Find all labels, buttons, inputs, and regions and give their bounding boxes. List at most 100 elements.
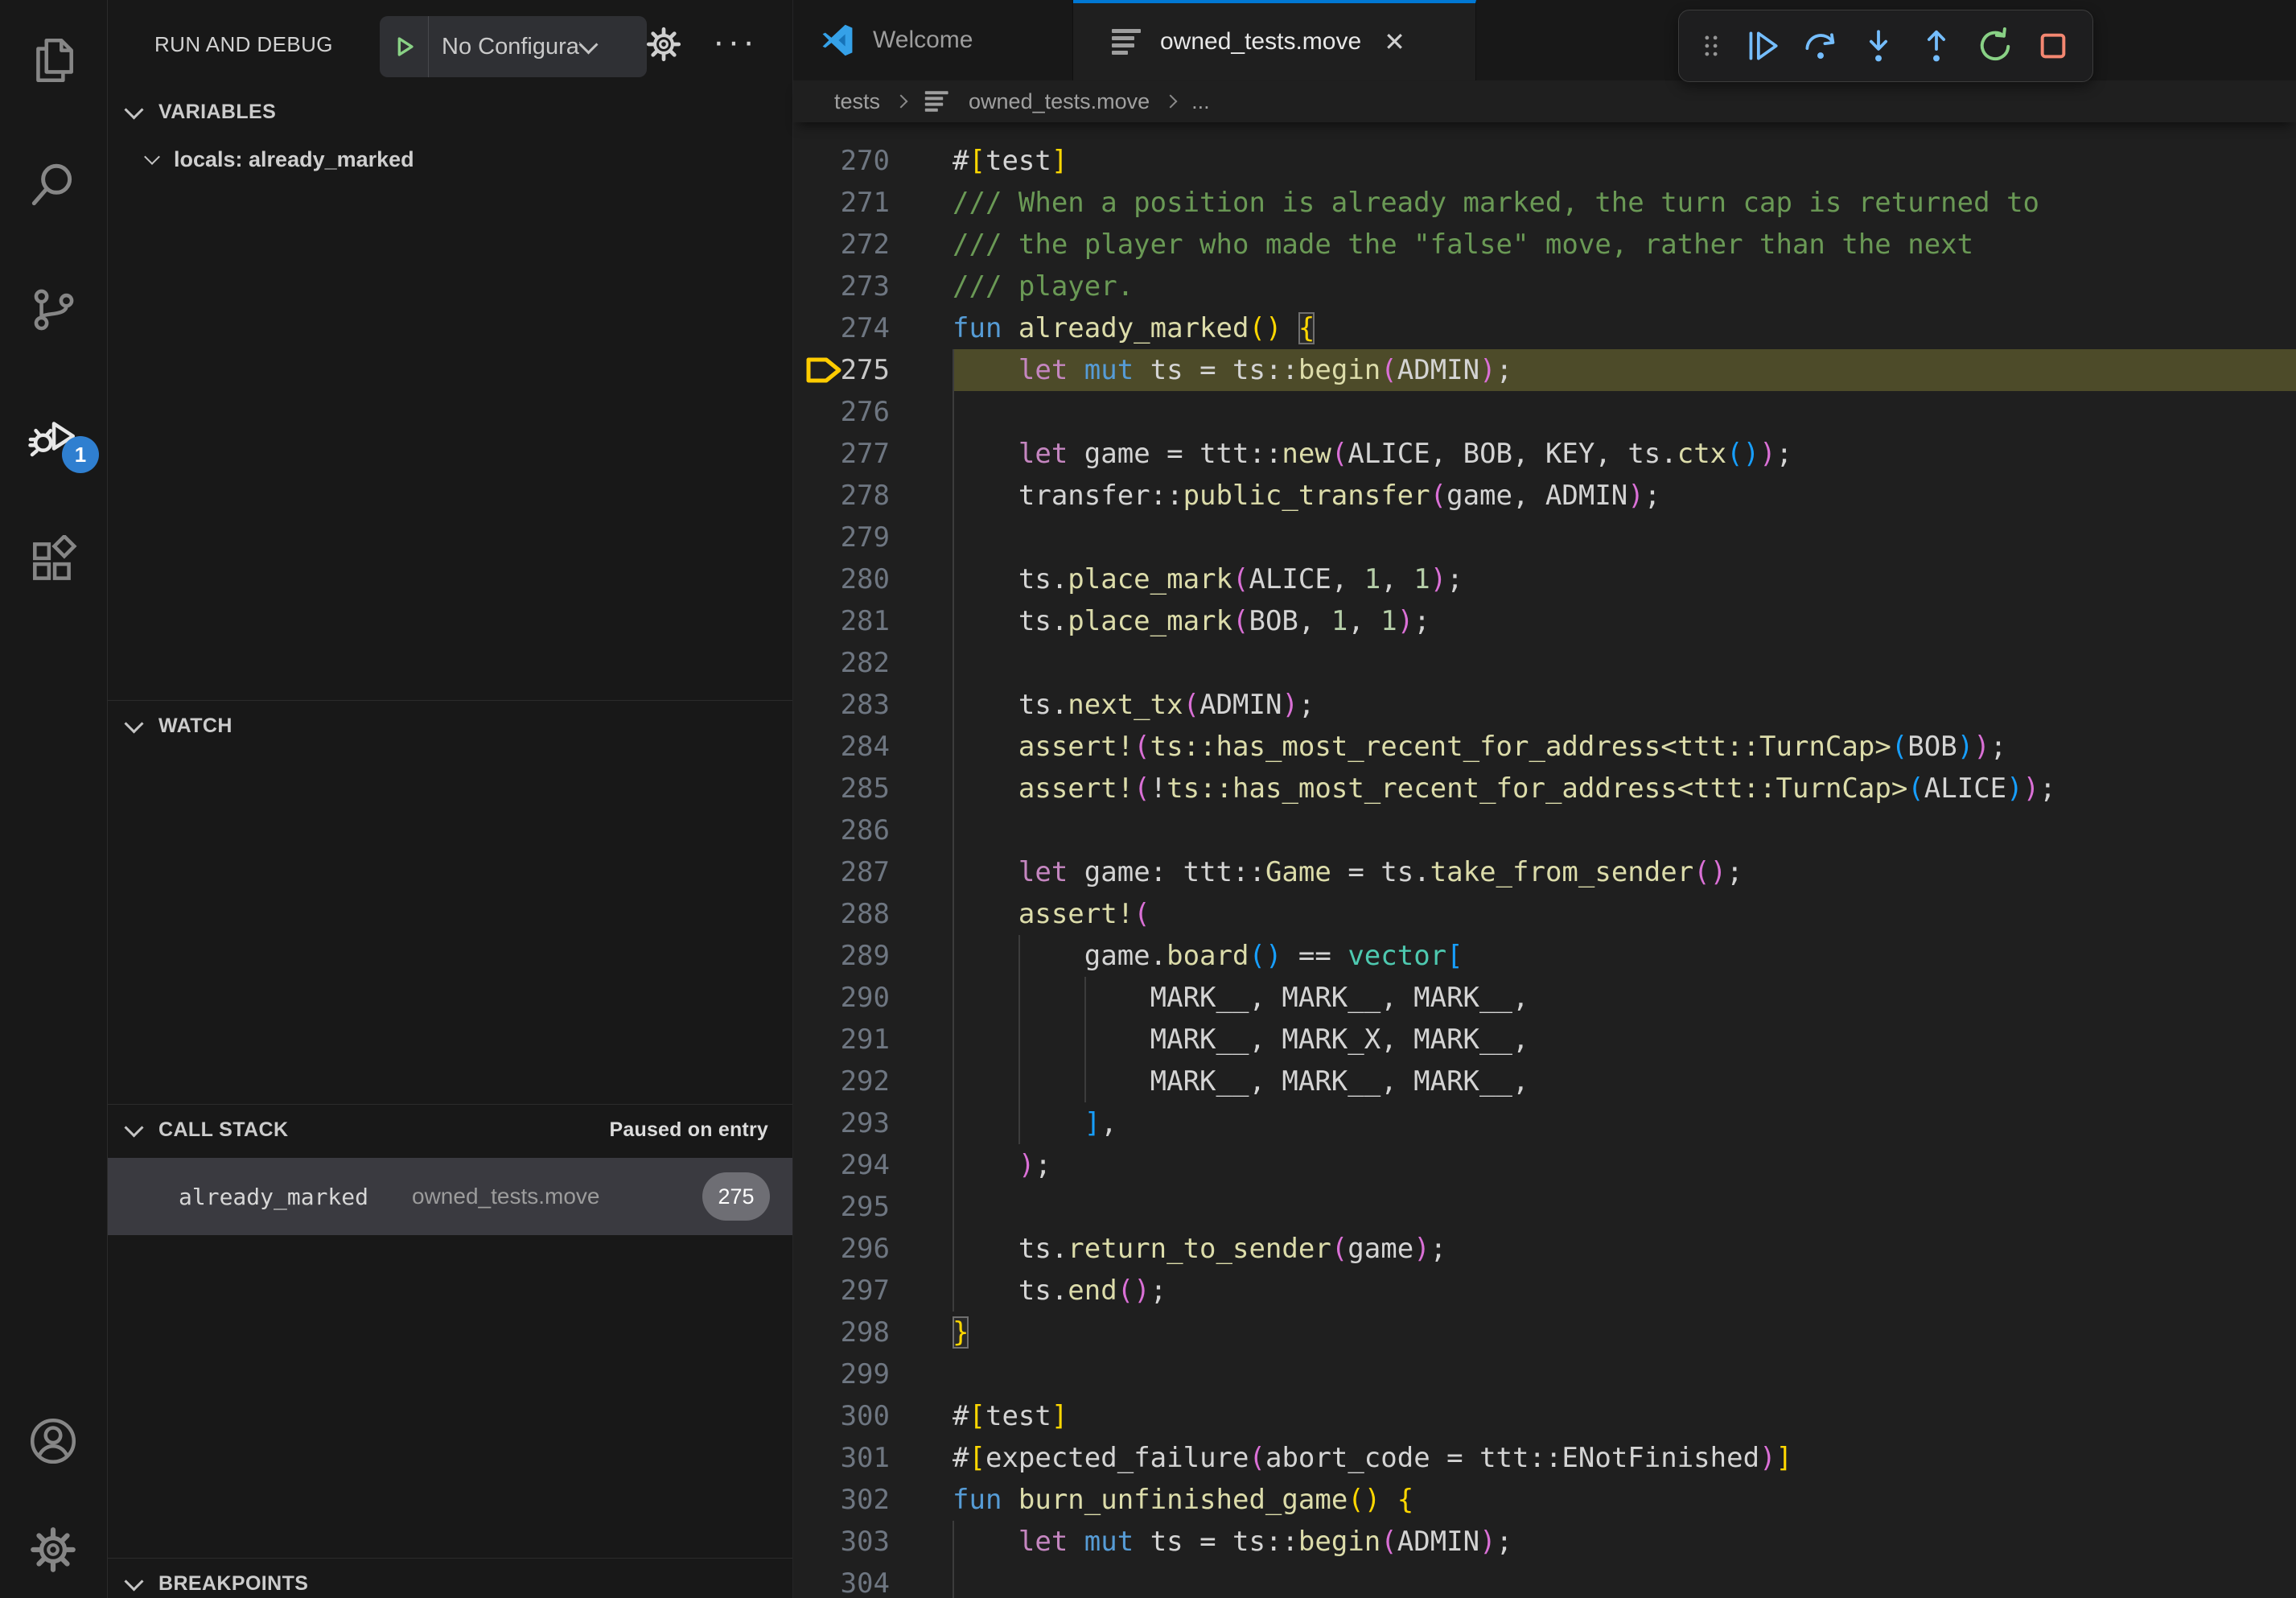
code-line[interactable]: 271/// When a position is already marked… [793,182,2296,224]
more-actions-icon[interactable]: ··· [713,0,758,84]
line-number-gutter[interactable]: 286 [793,809,953,851]
code-line[interactable]: 294 ); [793,1144,2296,1186]
code-line[interactable]: 290 MARK__, MARK__, MARK__, [793,977,2296,1019]
code-line[interactable]: 291 MARK__, MARK_X, MARK__, [793,1019,2296,1061]
line-number-gutter[interactable]: 290 [793,977,953,1019]
code-line[interactable]: 275 let mut ts = ts::begin(ADMIN); [793,349,2296,391]
line-number-gutter[interactable]: 271 [793,182,953,224]
line-number-gutter[interactable]: 296 [793,1228,953,1270]
code-line[interactable]: 283 ts.next_tx(ADMIN); [793,684,2296,726]
line-number-gutter[interactable]: 297 [793,1270,953,1312]
launch-configuration-dropdown[interactable]: No Configurations [380,16,647,77]
code-line[interactable]: 281 ts.place_mark(BOB, 1, 1); [793,600,2296,642]
account-icon[interactable] [27,1415,80,1468]
stop-button[interactable] [2028,21,2078,71]
code-line[interactable]: 279 [793,517,2296,558]
code-line[interactable]: 286 [793,809,2296,851]
line-number-gutter[interactable]: 270 [793,140,953,182]
code-line[interactable]: 278 transfer::public_transfer(game, ADMI… [793,475,2296,517]
call-stack-section-header[interactable]: CALL STACK Paused on entry [108,1105,792,1155]
watch-section-header[interactable]: WATCH [108,701,792,751]
start-debug-icon[interactable] [380,16,429,77]
line-number-gutter[interactable]: 293 [793,1102,953,1144]
code-line[interactable]: 272/// the player who made the "false" m… [793,224,2296,266]
line-number-gutter[interactable]: 276 [793,391,953,433]
stack-frame-row[interactable]: already_marked owned_tests.move 275 [108,1158,792,1235]
code-line[interactable]: 289 game.board() == vector[ [793,935,2296,977]
line-number-gutter[interactable]: 280 [793,558,953,600]
code-line[interactable]: 288 assert!( [793,893,2296,935]
continue-button[interactable] [1737,21,1787,71]
line-number-gutter[interactable]: 282 [793,642,953,684]
line-number-gutter[interactable]: 298 [793,1312,953,1353]
line-number-gutter[interactable]: 281 [793,600,953,642]
line-number-gutter[interactable]: 283 [793,684,953,726]
code-line[interactable]: 295 [793,1186,2296,1228]
close-tab-icon[interactable]: ✕ [1384,29,1405,55]
explorer-icon[interactable] [27,34,80,87]
code-line[interactable]: 285 assert!(!ts::has_most_recent_for_add… [793,768,2296,809]
configuration-label[interactable]: No Configurations [442,34,580,60]
line-number-gutter[interactable]: 300 [793,1395,953,1437]
line-number-gutter[interactable]: 279 [793,517,953,558]
line-number-gutter[interactable]: 288 [793,893,953,935]
line-number-gutter[interactable]: 301 [793,1437,953,1479]
code-line[interactable]: 282 [793,642,2296,684]
code-line[interactable]: 292 MARK__, MARK__, MARK__, [793,1061,2296,1102]
tab-owned-tests[interactable]: owned_tests.move ✕ [1073,0,1476,80]
line-number-gutter[interactable]: 285 [793,768,953,809]
line-number-gutter[interactable]: 302 [793,1479,953,1521]
variables-scope-row[interactable]: locals: already_marked [108,137,792,182]
line-number-gutter[interactable]: 291 [793,1019,953,1061]
code-line[interactable]: 273/// player. [793,266,2296,307]
extensions-icon[interactable] [27,535,80,588]
source-control-icon[interactable] [27,283,80,336]
line-number-gutter[interactable]: 272 [793,224,953,266]
variables-section-header[interactable]: VARIABLES [108,87,792,137]
line-number-gutter[interactable]: 303 [793,1521,953,1563]
code-line[interactable]: 293 ], [793,1102,2296,1144]
code-editor[interactable]: 270#[test]271/// When a position is alre… [793,122,2296,1598]
step-out-button[interactable] [1911,21,1961,71]
step-over-button[interactable] [1796,21,1845,71]
debug-settings-gear-icon[interactable] [644,24,684,64]
toolbar-drag-handle[interactable] [1693,21,1729,71]
code-line[interactable]: 274fun already_marked() { [793,307,2296,349]
line-number-gutter[interactable]: 278 [793,475,953,517]
breadcrumb-folder[interactable]: tests [834,89,880,114]
code-line[interactable]: 301#[expected_failure(abort_code = ttt::… [793,1437,2296,1479]
breadcrumb-symbol[interactable]: ... [1191,89,1210,114]
code-line[interactable]: 287 let game: ttt::Game = ts.take_from_s… [793,851,2296,893]
line-number-gutter[interactable]: 289 [793,935,953,977]
code-line[interactable]: 303 let mut ts = ts::begin(ADMIN); [793,1521,2296,1563]
tab-welcome[interactable]: Welcome [793,0,1073,80]
code-line[interactable]: 280 ts.place_mark(ALICE, 1, 1); [793,558,2296,600]
breakpoints-section-header[interactable]: BREAKPOINTS [108,1559,792,1598]
line-number-gutter[interactable]: 292 [793,1061,953,1102]
step-into-button[interactable] [1854,21,1903,71]
code-line[interactable]: 296 ts.return_to_sender(game); [793,1228,2296,1270]
code-line[interactable]: 302fun burn_unfinished_game() { [793,1479,2296,1521]
line-number-gutter[interactable]: 277 [793,433,953,475]
code-line[interactable]: 298} [793,1312,2296,1353]
code-line[interactable]: 300#[test] [793,1395,2296,1437]
line-number-gutter[interactable]: 284 [793,726,953,768]
settings-gear-icon[interactable] [27,1523,80,1576]
line-number-gutter[interactable]: 294 [793,1144,953,1186]
line-number-gutter[interactable]: 275 [793,349,953,391]
search-icon[interactable] [27,159,80,212]
code-line[interactable]: 276 [793,391,2296,433]
code-line[interactable]: 297 ts.end(); [793,1270,2296,1312]
code-line[interactable]: 299 [793,1353,2296,1395]
line-number-gutter[interactable]: 274 [793,307,953,349]
restart-button[interactable] [1970,21,2020,71]
code-line[interactable]: 270#[test] [793,140,2296,182]
line-number-gutter[interactable]: 273 [793,266,953,307]
line-number-gutter[interactable]: 299 [793,1353,953,1395]
breadcrumb-file[interactable]: owned_tests.move [969,89,1150,114]
line-number-gutter[interactable]: 287 [793,851,953,893]
line-number-gutter[interactable]: 304 [793,1563,953,1598]
line-number-gutter[interactable]: 295 [793,1186,953,1228]
run-and-debug-icon[interactable]: 1 [27,410,80,463]
code-line[interactable]: 304 [793,1563,2296,1598]
